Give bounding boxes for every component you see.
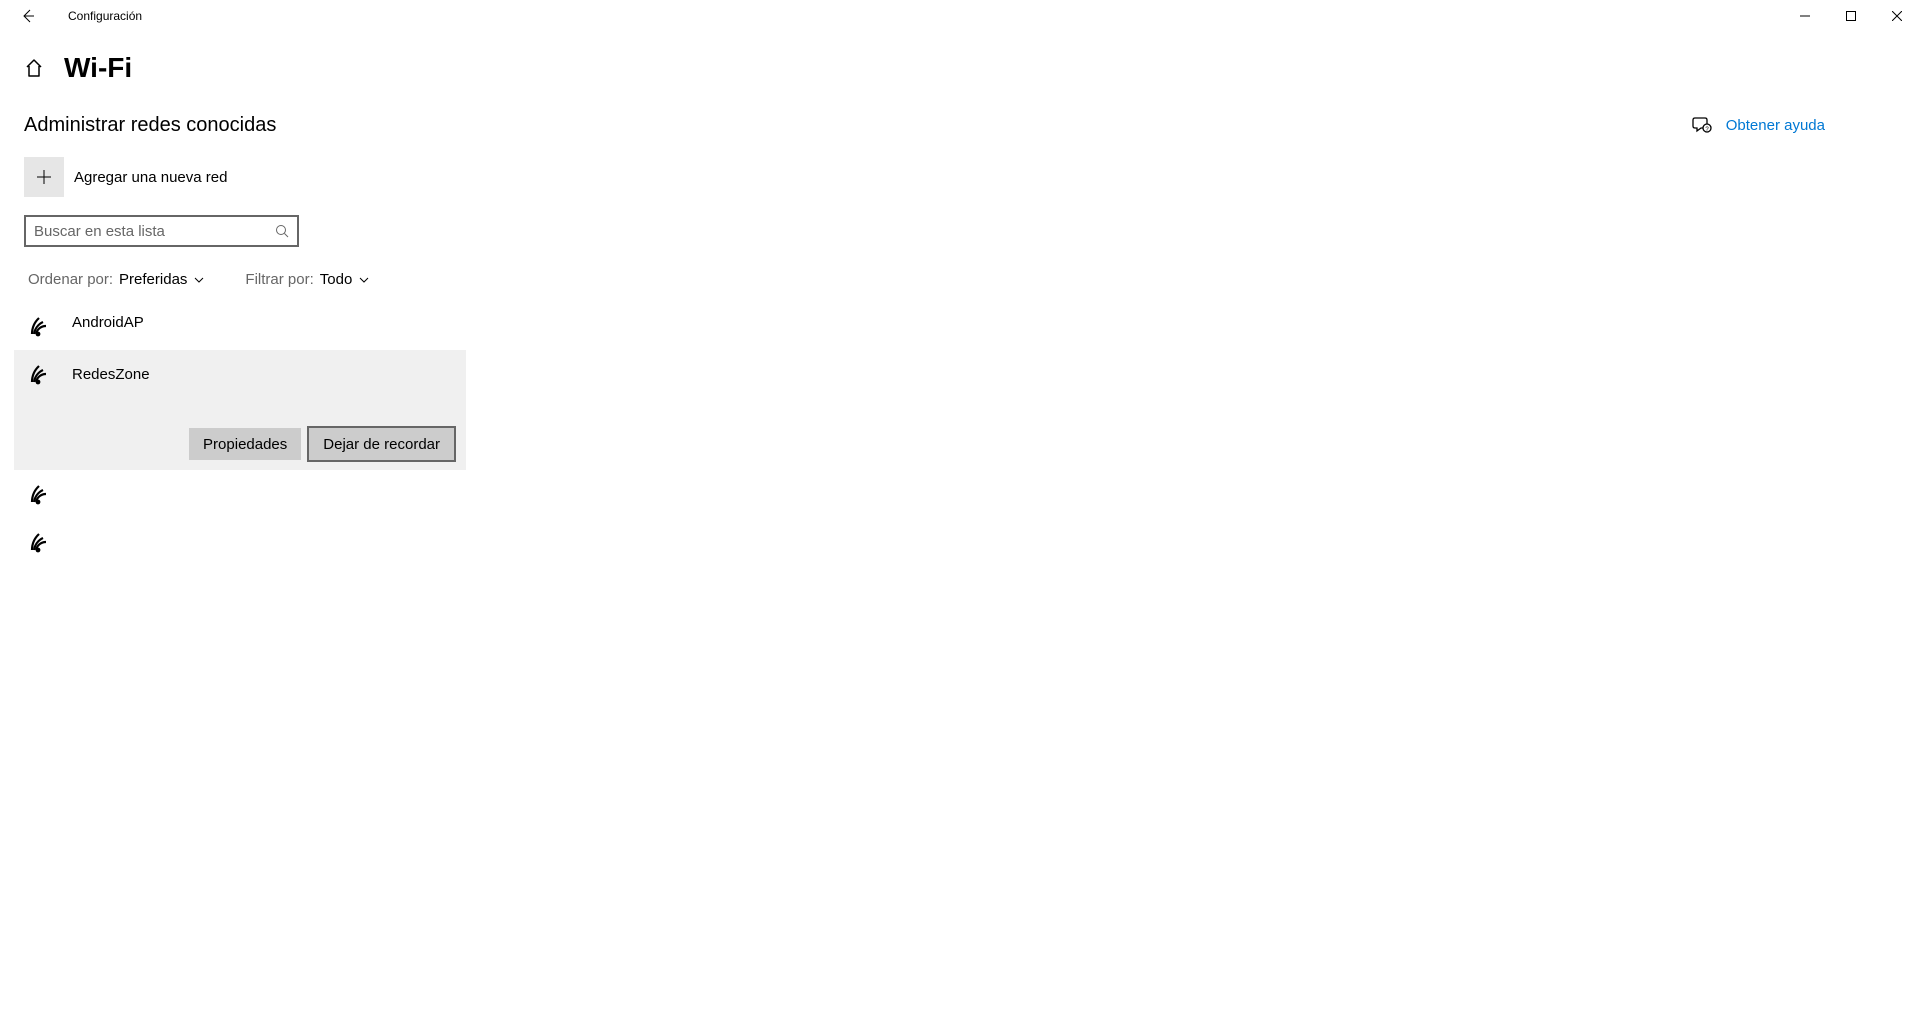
- network-name: AndroidAP: [72, 314, 144, 331]
- network-item[interactable]: [14, 470, 466, 518]
- help-icon: ?: [1692, 115, 1712, 135]
- close-icon: [1892, 11, 1902, 21]
- titlebar: Configuración: [0, 0, 1920, 32]
- wifi-icon: [30, 362, 58, 386]
- plus-icon: [36, 169, 52, 185]
- filter-value: Todo: [320, 271, 353, 288]
- sort-dropdown[interactable]: Ordenar por: Preferidas: [28, 271, 205, 288]
- app-title: Configuración: [68, 9, 142, 23]
- close-button[interactable]: [1874, 0, 1920, 32]
- chevron-down-icon: [358, 274, 370, 286]
- filter-label: Filtrar por:: [245, 271, 313, 288]
- filter-dropdown[interactable]: Filtrar por: Todo: [245, 271, 370, 288]
- help-link[interactable]: Obtener ayuda: [1726, 117, 1825, 134]
- network-item[interactable]: AndroidAP: [14, 302, 466, 350]
- back-button[interactable]: [8, 0, 48, 32]
- network-item-selected[interactable]: RedesZone Propiedades Dejar de recordar: [14, 350, 466, 470]
- help-section: ? Obtener ayuda: [1692, 115, 1825, 135]
- forget-button[interactable]: Dejar de recordar: [309, 428, 454, 460]
- sort-label: Ordenar por:: [28, 271, 113, 288]
- minimize-icon: [1800, 11, 1810, 21]
- page-title: Wi-Fi: [64, 52, 132, 84]
- add-network-button[interactable]: Agregar una nueva red: [24, 157, 650, 197]
- home-button[interactable]: [24, 58, 44, 78]
- network-item[interactable]: [14, 518, 466, 566]
- sort-value: Preferidas: [119, 271, 187, 288]
- page-header: Wi-Fi: [24, 52, 650, 84]
- search-icon: [275, 224, 289, 238]
- network-name: RedesZone: [72, 366, 150, 383]
- search-input[interactable]: [34, 223, 275, 240]
- network-row: RedesZone: [30, 362, 150, 386]
- main-content: Wi-Fi Administrar redes conocidas Agrega…: [0, 52, 650, 566]
- section-heading: Administrar redes conocidas: [24, 114, 650, 137]
- home-icon: [24, 58, 44, 78]
- search-box[interactable]: [24, 215, 299, 247]
- network-actions: Propiedades Dejar de recordar: [189, 428, 456, 460]
- network-list: AndroidAP RedesZone Propiedades Dejar de…: [14, 302, 650, 566]
- add-network-label: Agregar una nueva red: [74, 169, 227, 186]
- filters-row: Ordenar por: Preferidas Filtrar por: Tod…: [24, 271, 650, 288]
- minimize-button[interactable]: [1782, 0, 1828, 32]
- add-icon-box: [24, 157, 64, 197]
- properties-button[interactable]: Propiedades: [189, 428, 301, 460]
- window-controls: [1782, 0, 1920, 32]
- wifi-icon: [30, 530, 58, 554]
- titlebar-left: Configuración: [8, 0, 142, 32]
- wifi-icon: [30, 482, 58, 506]
- maximize-button[interactable]: [1828, 0, 1874, 32]
- wifi-icon: [30, 314, 58, 338]
- arrow-left-icon: [20, 8, 36, 24]
- chevron-down-icon: [193, 274, 205, 286]
- maximize-icon: [1846, 11, 1856, 21]
